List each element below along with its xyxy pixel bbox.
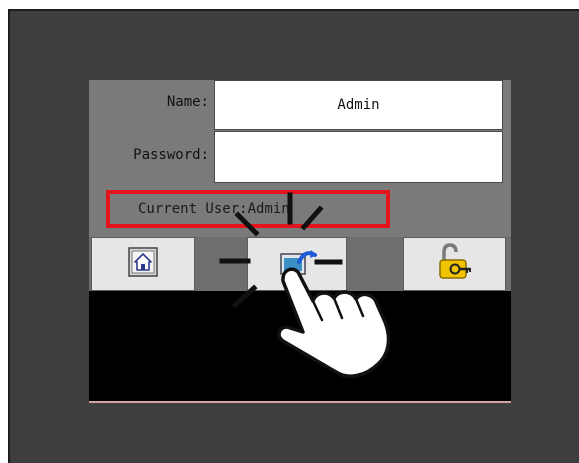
tap-burst-icon xyxy=(219,192,343,309)
pointing-hand-icon xyxy=(277,267,391,378)
tap-gesture-overlay xyxy=(219,192,391,378)
